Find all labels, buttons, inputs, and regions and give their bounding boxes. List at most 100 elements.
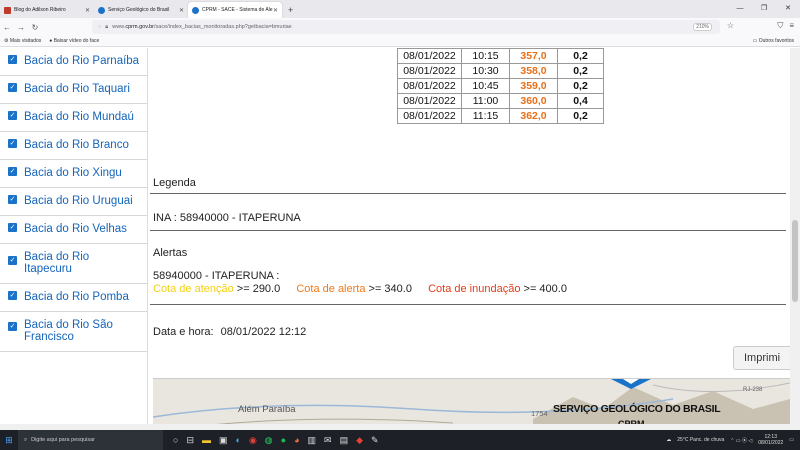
scrollbar-thumb[interactable]: [792, 220, 798, 302]
print-button[interactable]: Imprimi: [733, 346, 790, 370]
alert-thresholds: Cota de atenção >= 290.0 Cota de alerta …: [153, 283, 567, 295]
reading-rain: 0,2: [557, 63, 604, 79]
sidebar-item-uruguai[interactable]: ✓ Bacia do Rio Uruguai: [0, 188, 147, 216]
forward-icon[interactable]: →: [14, 23, 28, 32]
url-prefix: www.: [112, 24, 126, 30]
sidebar-item-branco[interactable]: ✓ Bacia do Rio Branco: [0, 132, 147, 160]
sidebar-item-label: Bacia do Rio Xingu: [24, 167, 122, 179]
tab-cprm-sace[interactable]: CPRM - SACE - Sistema de Ale ✕: [188, 2, 282, 18]
new-tab-button[interactable]: +: [282, 5, 299, 18]
edge-icon[interactable]: ◐: [236, 435, 241, 446]
reading-time: 11:15: [461, 108, 510, 124]
tab-blog[interactable]: Blog do Adilson Ribeiro ✕: [0, 2, 94, 18]
sidebar-item-sao-francisco[interactable]: ✓ Bacia do Rio São Francisco: [0, 312, 147, 352]
reading-rain: 0,2: [557, 48, 604, 64]
sidebar-item-itapecuru[interactable]: ✓ Bacia do Rio Itapecuru: [0, 244, 147, 284]
close-icon[interactable]: ✕: [85, 7, 90, 14]
reading-level: 359,0: [509, 78, 558, 94]
map-elevation-label: 1754: [531, 409, 548, 418]
whatsapp-icon[interactable]: ◍: [265, 435, 273, 446]
notifications-icon[interactable]: ▭: [789, 437, 794, 443]
checkbox-icon[interactable]: ✓: [8, 322, 17, 331]
mail-icon[interactable]: ✉: [324, 435, 332, 446]
bookmarks-bar: ⚙ Mais visitados ● Baixar vídeo do face …: [0, 36, 800, 47]
tray-icons[interactable]: ⌃ ▭ ⦿ ◁: [730, 437, 752, 444]
sidebar-item-label: Bacia do Rio Uruguai: [24, 195, 133, 207]
widgets-icon[interactable]: ⊟: [186, 435, 194, 446]
spotify-icon[interactable]: ●: [281, 435, 286, 446]
close-window-icon[interactable]: ✕: [776, 0, 800, 18]
datetime-label: Data e hora:: [153, 326, 214, 338]
checkbox-icon[interactable]: ✓: [8, 139, 17, 148]
sidebar-item-parnaiba[interactable]: ✓ Bacia do Rio Parnaíba: [0, 48, 147, 76]
table-row: 08/01/2022 11:15 362,0 0,2: [397, 108, 604, 124]
sidebar-item-label: Bacia do Rio Itapecuru: [24, 251, 90, 275]
media-icon[interactable]: ◆: [356, 435, 363, 446]
bookmark-download-video[interactable]: ● Baixar vídeo do face: [49, 38, 99, 44]
map-panel[interactable]: Além Paraíba 1754 RJ-238 SERVIÇO GEOLÓGI…: [153, 378, 790, 430]
readings-table: 08/01/2022 10:15 357,0 0,2 08/01/2022 10:30 35…: [397, 48, 604, 124]
map-city-label: Além Paraíba: [238, 404, 296, 415]
taskbar-search[interactable]: ⌕ Digite aqui para pesquisar: [18, 430, 163, 450]
star-icon[interactable]: ☆: [727, 21, 734, 30]
alerts-title: Alertas: [153, 247, 188, 259]
sidebar-item-velhas[interactable]: ✓ Bacia do Rio Velhas: [0, 216, 147, 244]
shield-icon: ◌: [98, 24, 102, 30]
close-icon[interactable]: ✕: [179, 7, 184, 14]
sidebar-item-xingu[interactable]: ✓ Bacia do Rio Xingu: [0, 160, 147, 188]
legend-station: INA : 58940000 - ITAPERUNA: [153, 212, 301, 224]
attention-label: Cota de atenção: [153, 283, 234, 295]
close-icon[interactable]: ✕: [273, 7, 278, 14]
reading-level: 360,0: [509, 93, 558, 109]
windows-start-icon[interactable]: ⊞: [0, 435, 18, 446]
store-icon[interactable]: ▣: [219, 435, 228, 446]
paint-icon[interactable]: ✎: [371, 435, 379, 446]
cprm-favicon-icon: [98, 6, 105, 14]
reading-rain: 0,4: [557, 93, 604, 109]
menu-icon[interactable]: ≡: [789, 21, 794, 31]
reading-time: 11:00: [461, 93, 510, 109]
pocket-icon[interactable]: ⛉: [777, 21, 783, 31]
table-row: 08/01/2022 10:30 358,0 0,2: [397, 63, 604, 79]
logo-title: SERVIÇO GEOLÓGICO DO BRASIL: [553, 403, 721, 415]
reload-icon[interactable]: ↻: [28, 23, 42, 32]
back-icon[interactable]: ←: [0, 23, 14, 32]
bookmark-most-visited[interactable]: ⚙ Mais visitados: [4, 38, 41, 44]
file-explorer-icon[interactable]: ▬: [202, 435, 211, 446]
chrome-icon[interactable]: ◉: [249, 435, 257, 446]
checkbox-icon[interactable]: ✓: [8, 55, 17, 64]
zoom-indicator[interactable]: 210%: [693, 23, 712, 31]
checkbox-icon[interactable]: ✓: [8, 256, 17, 265]
attention-value: >= 290.0: [236, 283, 281, 295]
divider: [150, 230, 786, 231]
app-icon[interactable]: ▥: [308, 435, 317, 446]
sidebar-item-label: Bacia do Rio Taquari: [24, 83, 130, 95]
sidebar-item-label: Bacia do Rio São Francisco: [24, 319, 113, 343]
address-bar[interactable]: ◌ 🔒︎ www. cprm.gov.br/sace/index_bacias_m…: [92, 20, 720, 34]
screen-icon[interactable]: ▤: [340, 435, 349, 446]
table-row: 08/01/2022 10:15 357,0 0,2: [397, 48, 604, 64]
sidebar-item-mundau[interactable]: ✓ Bacia do Rio Mundaú: [0, 104, 147, 132]
restore-icon[interactable]: ❐: [752, 0, 776, 18]
sidebar-item-taquari[interactable]: ✓ Bacia do Rio Taquari: [0, 76, 147, 104]
datetime: Data e hora: 08/01/2022 12:12: [153, 326, 306, 338]
search-placeholder: Digite aqui para pesquisar: [31, 437, 95, 443]
checkbox-icon[interactable]: ✓: [8, 111, 17, 120]
checkbox-icon[interactable]: ✓: [8, 223, 17, 232]
firefox-icon[interactable]: ◕: [294, 435, 299, 446]
weather-text[interactable]: 25°C Panc. de chuva: [677, 437, 724, 443]
task-view-icon[interactable]: ○: [173, 435, 178, 446]
sidebar-item-pomba[interactable]: ✓ Bacia do Rio Pomba: [0, 284, 147, 312]
checkbox-icon[interactable]: ✓: [8, 83, 17, 92]
checkbox-icon[interactable]: ✓: [8, 167, 17, 176]
clock[interactable]: 12:13 08/01/2022: [758, 434, 783, 446]
other-bookmarks[interactable]: ▭ Outros favoritos: [753, 38, 794, 44]
checkbox-icon[interactable]: ✓: [8, 195, 17, 204]
minimize-icon[interactable]: —: [728, 0, 752, 18]
tab-servico-geologico[interactable]: Serviço Geológico do Brasil ✕: [94, 2, 188, 18]
bookmark-label: Baixar vídeo do face: [53, 38, 100, 44]
checkbox-icon[interactable]: ✓: [8, 291, 17, 300]
flood-label: Cota de inundação: [428, 283, 521, 295]
flood-value: >= 400.0: [523, 283, 567, 295]
vertical-scrollbar[interactable]: [790, 48, 800, 430]
